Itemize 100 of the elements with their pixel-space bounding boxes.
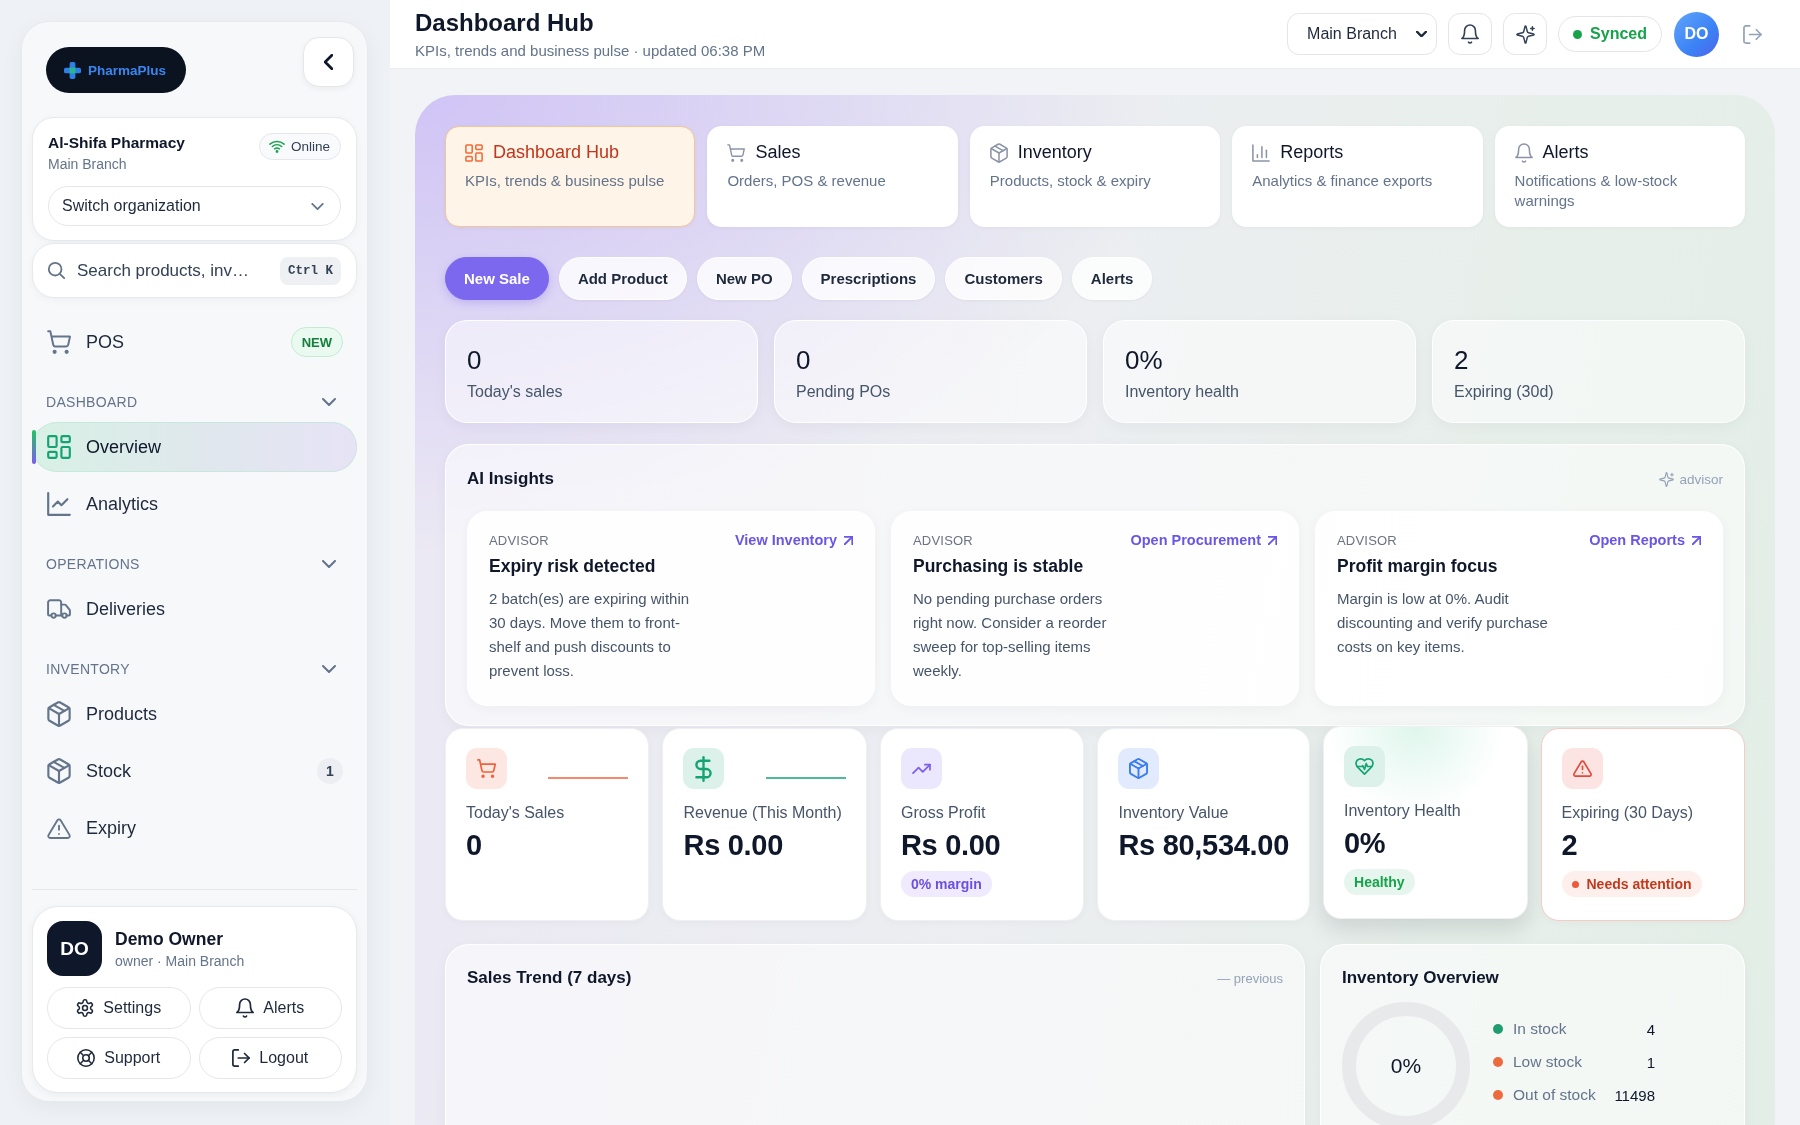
organization-select[interactable]: Switch organization — [48, 186, 341, 226]
sparkle-icon — [1515, 24, 1535, 44]
stat-label: Today's sales — [467, 383, 564, 401]
cart-icon — [466, 748, 507, 789]
nav-item[interactable]: Products — [32, 689, 357, 739]
module-description: Notifications & low-stock warnings — [1514, 171, 1679, 211]
legend-label: — previous — [1217, 970, 1283, 986]
kpi-label: Inventory Health — [1344, 802, 1462, 820]
nav-item[interactable]: Deliveries — [32, 584, 357, 634]
module-description: KPIs, trends & business pulse — [465, 171, 666, 191]
insight-text: 2 batch(es) are expiring within 30 days. Move them to front-shelf and push discounts to prevent loss. — [489, 589, 691, 681]
insight-link[interactable]: Open Procurement — [1130, 532, 1277, 548]
module-title: Sales — [755, 142, 801, 163]
truck-icon — [47, 599, 71, 619]
insight-text: Margin is low at 0%. Audit discounting and verify purchase costs on key items. — [1337, 589, 1549, 657]
nav-item[interactable]: Analytics — [32, 479, 357, 529]
kpi-value: 0% — [1344, 827, 1387, 860]
box-icon — [47, 701, 71, 727]
module-card[interactable]: Inventory Products, stock & expiry — [969, 126, 1221, 227]
logout-button[interactable]: Logout — [198, 1037, 342, 1079]
badge-label: Healthy — [1354, 874, 1405, 890]
settings-button[interactable]: Settings — [47, 987, 191, 1029]
action-button[interactable]: New PO — [696, 257, 792, 300]
user-role: owner · Main Branch — [115, 952, 245, 969]
avatar: DO — [47, 921, 102, 976]
alerts-button[interactable]: Alerts — [198, 987, 342, 1029]
module-title: Inventory — [1017, 142, 1092, 163]
advisor-label: advisor — [1679, 471, 1723, 487]
stat-value: 0 — [796, 345, 812, 375]
chevron-left-icon — [324, 54, 333, 70]
logout-button[interactable] — [1743, 24, 1762, 44]
panel-title: Inventory Overview — [1342, 968, 1500, 988]
lifebuoy-icon — [77, 1049, 96, 1067]
action-button[interactable]: Prescriptions — [801, 257, 936, 300]
wifi-icon — [268, 140, 285, 153]
box-icon — [47, 758, 71, 784]
stat-value: 2 — [1454, 345, 1470, 375]
support-button[interactable]: Support — [47, 1037, 191, 1079]
legend-label: In stock — [1513, 1020, 1568, 1038]
status-dot-icon — [1573, 29, 1583, 39]
insight-link[interactable]: View Inventory — [734, 532, 853, 548]
logo[interactable]: PharmaPlus — [46, 47, 187, 93]
sync-label: Synced — [1590, 25, 1647, 43]
warning-icon — [47, 817, 71, 839]
module-description: Products, stock & expiry — [989, 171, 1152, 191]
settings-icon — [76, 999, 95, 1017]
action-button[interactable]: New Sale — [445, 257, 549, 300]
warning-icon — [1561, 748, 1603, 789]
stat-label: Pending POs — [796, 383, 892, 401]
plus-icon — [64, 61, 81, 79]
nav-item[interactable]: Expiry — [32, 803, 357, 853]
kpi-value: Rs 0.00 — [683, 829, 784, 862]
stat-label: Expiring (30d) — [1454, 383, 1555, 401]
insight-link[interactable]: Open Reports — [1589, 532, 1701, 548]
status-label: Online — [290, 139, 330, 154]
nav-item[interactable]: Stock 1 — [32, 746, 357, 796]
kpi-label: Today's Sales — [466, 804, 566, 822]
bar-chart-icon — [1252, 143, 1271, 162]
module-card[interactable]: Sales Orders, POS & revenue — [707, 126, 958, 227]
insight-title: Profit margin focus — [1337, 556, 1499, 577]
notifications-button[interactable] — [1448, 13, 1493, 55]
box-icon — [989, 142, 1008, 163]
kpi-value: 2 — [1561, 829, 1579, 862]
insight-eyebrow: ADVISOR — [1337, 532, 1397, 548]
module-card[interactable]: Reports Analytics & finance exports — [1232, 126, 1483, 227]
legend-value: 4 — [1645, 1020, 1655, 1038]
insight-text: No pending purchase orders right now. Consider a reorder sweep for top-selling items weekly. — [913, 589, 1108, 681]
badge-label: 0% margin — [910, 876, 982, 892]
action-button[interactable]: Add Product — [558, 257, 687, 300]
assistant-button[interactable] — [1503, 13, 1548, 55]
trend-up-icon — [900, 748, 942, 789]
collapse-button[interactable] — [303, 37, 354, 87]
section-toggle[interactable]: DASHBOARD — [32, 387, 357, 417]
section-title: AI Insights — [467, 469, 554, 489]
insight-title: Purchasing is stable — [913, 556, 1085, 577]
cart-icon — [727, 143, 746, 162]
shortcut-key: Ctrl K — [280, 257, 341, 285]
heart-pulse-icon — [1344, 746, 1385, 787]
badge-label: Needs attention — [1586, 876, 1692, 892]
module-title: Reports — [1280, 142, 1344, 163]
kpi-label: Revenue (This Month) — [683, 804, 843, 822]
module-card[interactable]: Alerts Notifications & low-stock warnings — [1494, 126, 1745, 227]
legend-label: Low stock — [1513, 1053, 1583, 1071]
module-description: Orders, POS & revenue — [727, 171, 887, 191]
action-button[interactable]: Alerts — [1071, 257, 1153, 300]
branch-select[interactable]: Main Branch — [1287, 13, 1438, 55]
module-title: Alerts — [1542, 142, 1589, 163]
module-card[interactable]: Dashboard Hub KPIs, trends & business pulse — [445, 126, 696, 227]
nav-item[interactable]: Overview — [32, 422, 357, 472]
branch-name: Main Branch — [48, 156, 128, 172]
section-toggle[interactable]: OPERATIONS — [32, 549, 357, 579]
count-badge: 1 — [317, 758, 343, 784]
section-toggle[interactable]: INVENTORY — [32, 654, 357, 684]
grid-icon — [465, 143, 483, 162]
kpi-value: 0 — [466, 829, 483, 862]
nav-item[interactable]: POS NEW — [32, 317, 357, 367]
search-icon — [47, 261, 66, 280]
arrow-up-right-icon — [1692, 535, 1701, 545]
action-button[interactable]: Customers — [945, 257, 1062, 300]
insight-eyebrow: ADVISOR — [913, 532, 973, 548]
